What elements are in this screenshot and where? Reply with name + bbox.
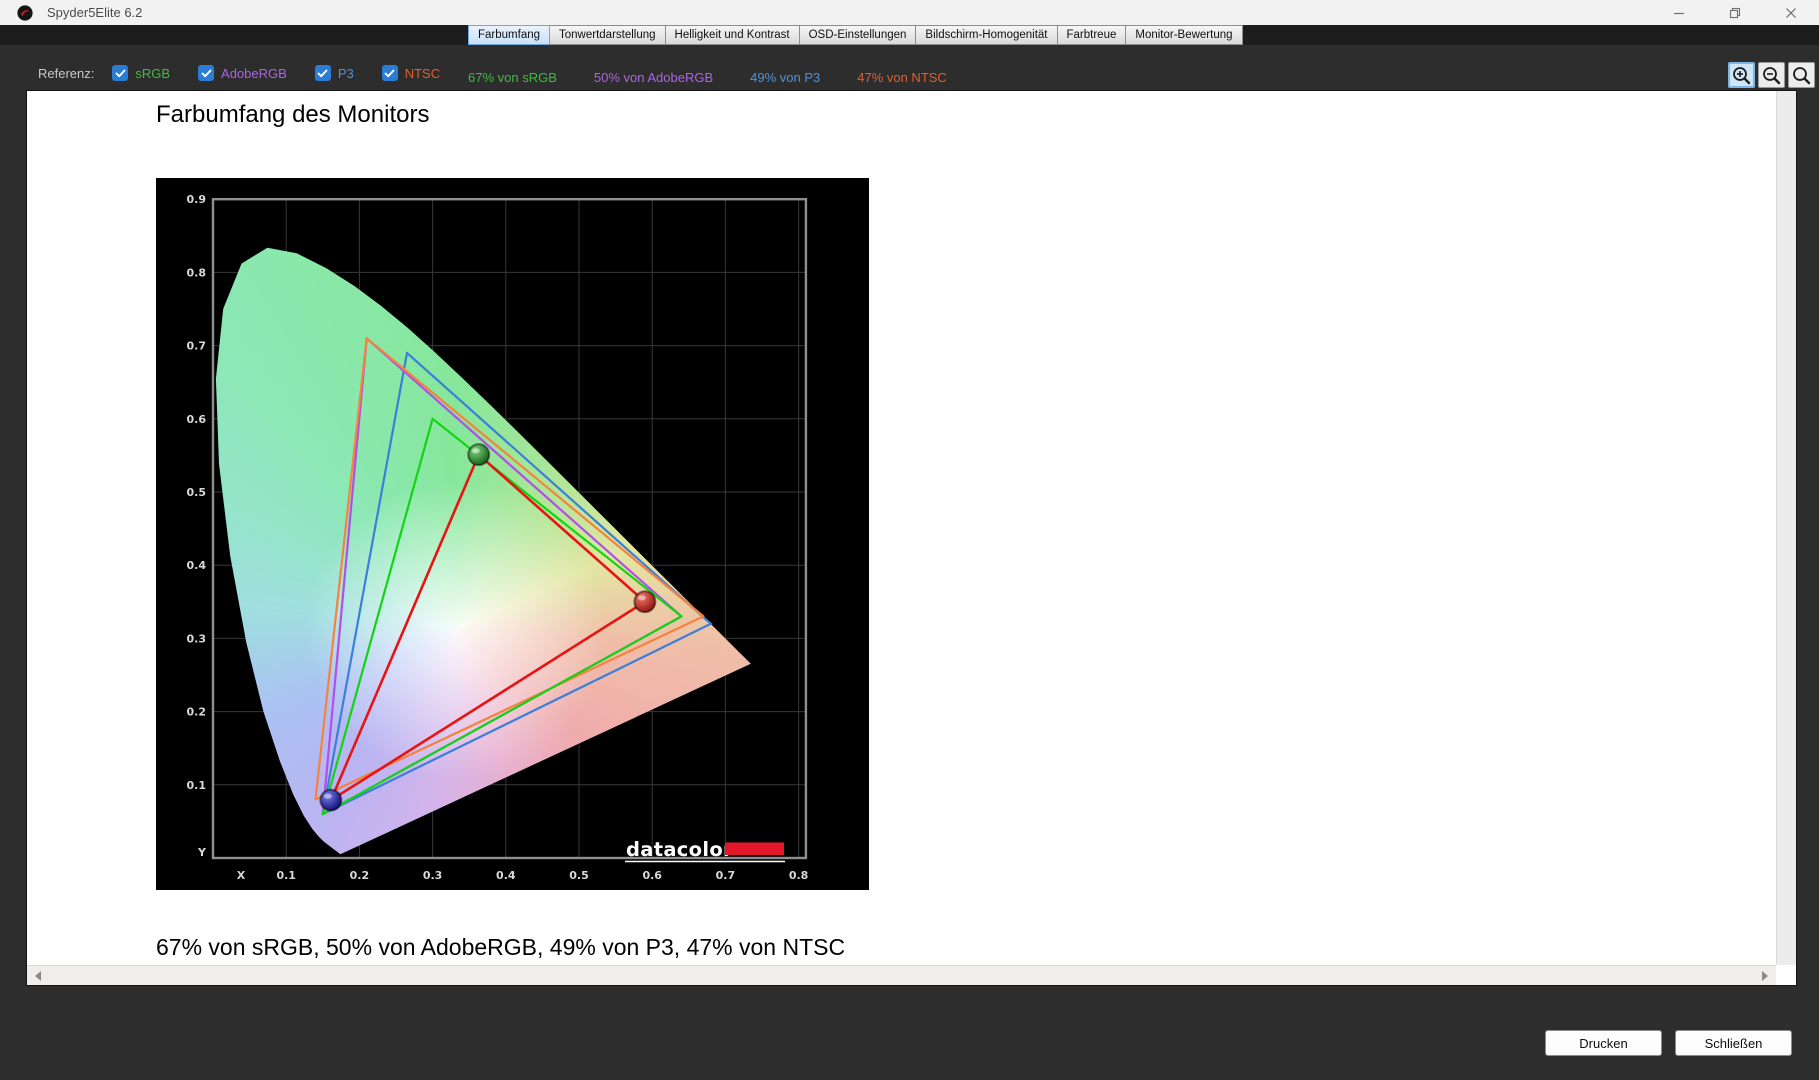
tab-bildschirm-homogenit-t[interactable]: Bildschirm-Homogenität [915,25,1057,45]
monitor-primary-marker-red [634,591,655,612]
tab-farbtreue[interactable]: Farbtreue [1057,25,1127,45]
coverage-text: 50% von AdobeRGB [594,70,713,85]
zoom-in-button[interactable] [1728,62,1755,88]
coverage-text: 49% von P3 [750,70,820,85]
restore-icon [1729,7,1741,19]
checkbox-srgb[interactable] [112,65,128,81]
gamut-triangle-p3 [323,353,711,814]
close-dialog-button[interactable]: Schließen [1675,1030,1792,1056]
tab-farbumfang[interactable]: Farbumfang [468,25,550,45]
scroll-left-button[interactable] [29,966,47,986]
checkbox-adobergb[interactable] [198,65,214,81]
svg-text:datacolor: datacolor [626,838,733,861]
check-icon [384,68,395,79]
close-button[interactable] [1763,0,1819,25]
window-title: Spyder5Elite 6.2 [47,5,142,20]
reference-option-ntsc: NTSC [382,65,440,81]
zoom-controls [1728,62,1815,88]
scroll-right-button[interactable] [1756,966,1774,986]
checkbox-label-ntsc[interactable]: NTSC [405,66,440,81]
close-icon [1785,7,1797,19]
titlebar: Spyder5Elite 6.2 [0,0,1819,25]
tab-osd-einstellungen[interactable]: OSD-Einstellungen [799,25,917,45]
checkbox-p3[interactable] [315,65,331,81]
minimize-button[interactable] [1651,0,1707,25]
gamut-summary-text: 67% von sRGB, 50% von AdobeRGB, 49% von … [156,934,845,961]
check-icon [201,68,212,79]
horizontal-scrollbar[interactable] [27,965,1776,985]
datacolor-logo: datacolor [625,838,785,862]
vertical-scrollbar[interactable] [1776,91,1796,965]
zoom-fit-button[interactable] [1788,62,1815,88]
tab-monitor-bewertung[interactable]: Monitor-Bewertung [1125,25,1242,45]
tab-helligkeit-und-kontrast[interactable]: Helligkeit und Kontrast [665,25,800,45]
gamut-triangle-ntsc [316,338,704,799]
print-button[interactable]: Drucken [1545,1030,1662,1056]
coverage-percentages: 67% von sRGB 50% von AdobeRGB 49% von P3 47… [468,67,947,87]
reference-option-srgb: sRGB [112,65,170,81]
maximize-button[interactable] [1707,0,1763,25]
checkbox-ntsc[interactable] [382,65,398,81]
checkbox-label-srgb[interactable]: sRGB [135,66,170,81]
check-icon [317,68,328,79]
page-title: Farbumfang des Monitors [156,101,429,129]
magnifier-zoom-in-icon [1731,65,1752,86]
reference-row: Referenz: sRGB AdobeRGB P3 NTSC [38,61,468,85]
checkbox-label-adobergb[interactable]: AdobeRGB [221,66,287,81]
scroll-left-icon [35,971,41,981]
gamut-triangle-srgb [323,419,682,814]
coverage-text: 67% von sRGB [468,70,557,85]
magnifier-zoom-out-icon [1761,65,1782,86]
monitor-primary-marker-blue [320,790,341,811]
zoom-out-button[interactable] [1758,62,1785,88]
footer-bar: Drucken Schließen [0,986,1819,1080]
scrollbar-corner [1776,965,1796,985]
scroll-right-icon [1762,971,1768,981]
reference-option-adobergb: AdobeRGB [198,65,287,81]
chart-gamuts-layer: datacolor [156,178,869,890]
check-icon [115,68,126,79]
reference-toolbar: Referenz: sRGB AdobeRGB P3 NTSC 67% von sRG… [0,45,1819,90]
report-page: Farbumfang des Monitors 0.10.20.30.40.50… [26,90,1797,986]
window-controls [1651,0,1819,25]
monitor-primary-marker-green [468,444,489,465]
magnifier-zoom-fit-icon [1791,65,1812,86]
chromaticity-chart: 0.10.20.30.40.50.60.70.80.10.20.30.40.50… [156,178,869,890]
gamut-triangle-adobergb [323,338,682,814]
reference-label: Referenz: [38,66,94,81]
reference-option-p3: P3 [315,65,354,81]
minimize-icon [1673,7,1685,19]
tab-tonwertdarstellung[interactable]: Tonwertdarstellung [549,25,666,45]
checkbox-label-p3[interactable]: P3 [338,66,354,81]
app-logo-icon [17,5,33,21]
tab-bar: FarbumfangTonwertdarstellungHelligkeit u… [0,25,1819,45]
coverage-text: 47% von NTSC [857,70,947,85]
